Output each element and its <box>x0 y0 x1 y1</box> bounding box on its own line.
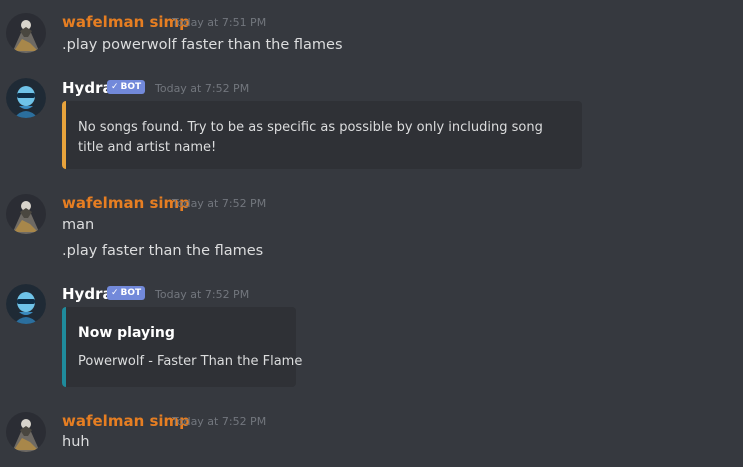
bot-avatar[interactable] <box>6 284 46 324</box>
checkmark-icon: ✓ <box>111 82 119 92</box>
embed-description: Powerwolf - Faster Than the Flame <box>78 354 303 369</box>
message-author[interactable]: Hydra <box>62 284 113 304</box>
message-text: man <box>62 217 95 233</box>
embed-color-bar <box>62 101 66 169</box>
message-author[interactable]: Hydra <box>62 78 113 98</box>
message-timestamp: Today at 7:51 PM <box>172 16 267 29</box>
checkmark-icon: ✓ <box>111 288 119 298</box>
message-text: .play powerwolf faster than the flames <box>62 37 343 53</box>
embed-title: Now playing <box>78 325 175 341</box>
message-timestamp: Today at 7:52 PM <box>155 288 250 301</box>
user-avatar[interactable] <box>6 13 46 53</box>
message-timestamp: Today at 7:52 PM <box>172 197 267 210</box>
user-avatar[interactable] <box>6 412 46 452</box>
embed-color-bar <box>62 307 66 387</box>
chat-message-list: wafelman simp Today at 7:51 PM .play pow… <box>0 0 743 467</box>
message-author[interactable]: wafelman simp <box>62 12 190 32</box>
message-timestamp: Today at 7:52 PM <box>155 82 250 95</box>
message-author[interactable]: wafelman simp <box>62 411 190 431</box>
bot-embed: No songs found. Try to be as specific as… <box>62 101 582 169</box>
bot-tag: ✓ BOT <box>107 80 146 94</box>
bot-tag: ✓ BOT <box>107 286 146 300</box>
message-text: .play faster than the flames <box>62 243 264 259</box>
bot-embed: Now playing Powerwolf - Faster Than the … <box>62 307 302 387</box>
bot-avatar[interactable] <box>6 78 46 118</box>
message-text: huh <box>62 434 90 450</box>
message-timestamp: Today at 7:52 PM <box>172 415 267 428</box>
user-avatar[interactable] <box>6 194 46 234</box>
message-author[interactable]: wafelman simp <box>62 193 190 213</box>
embed-description: No songs found. Try to be as specific as… <box>78 120 543 155</box>
